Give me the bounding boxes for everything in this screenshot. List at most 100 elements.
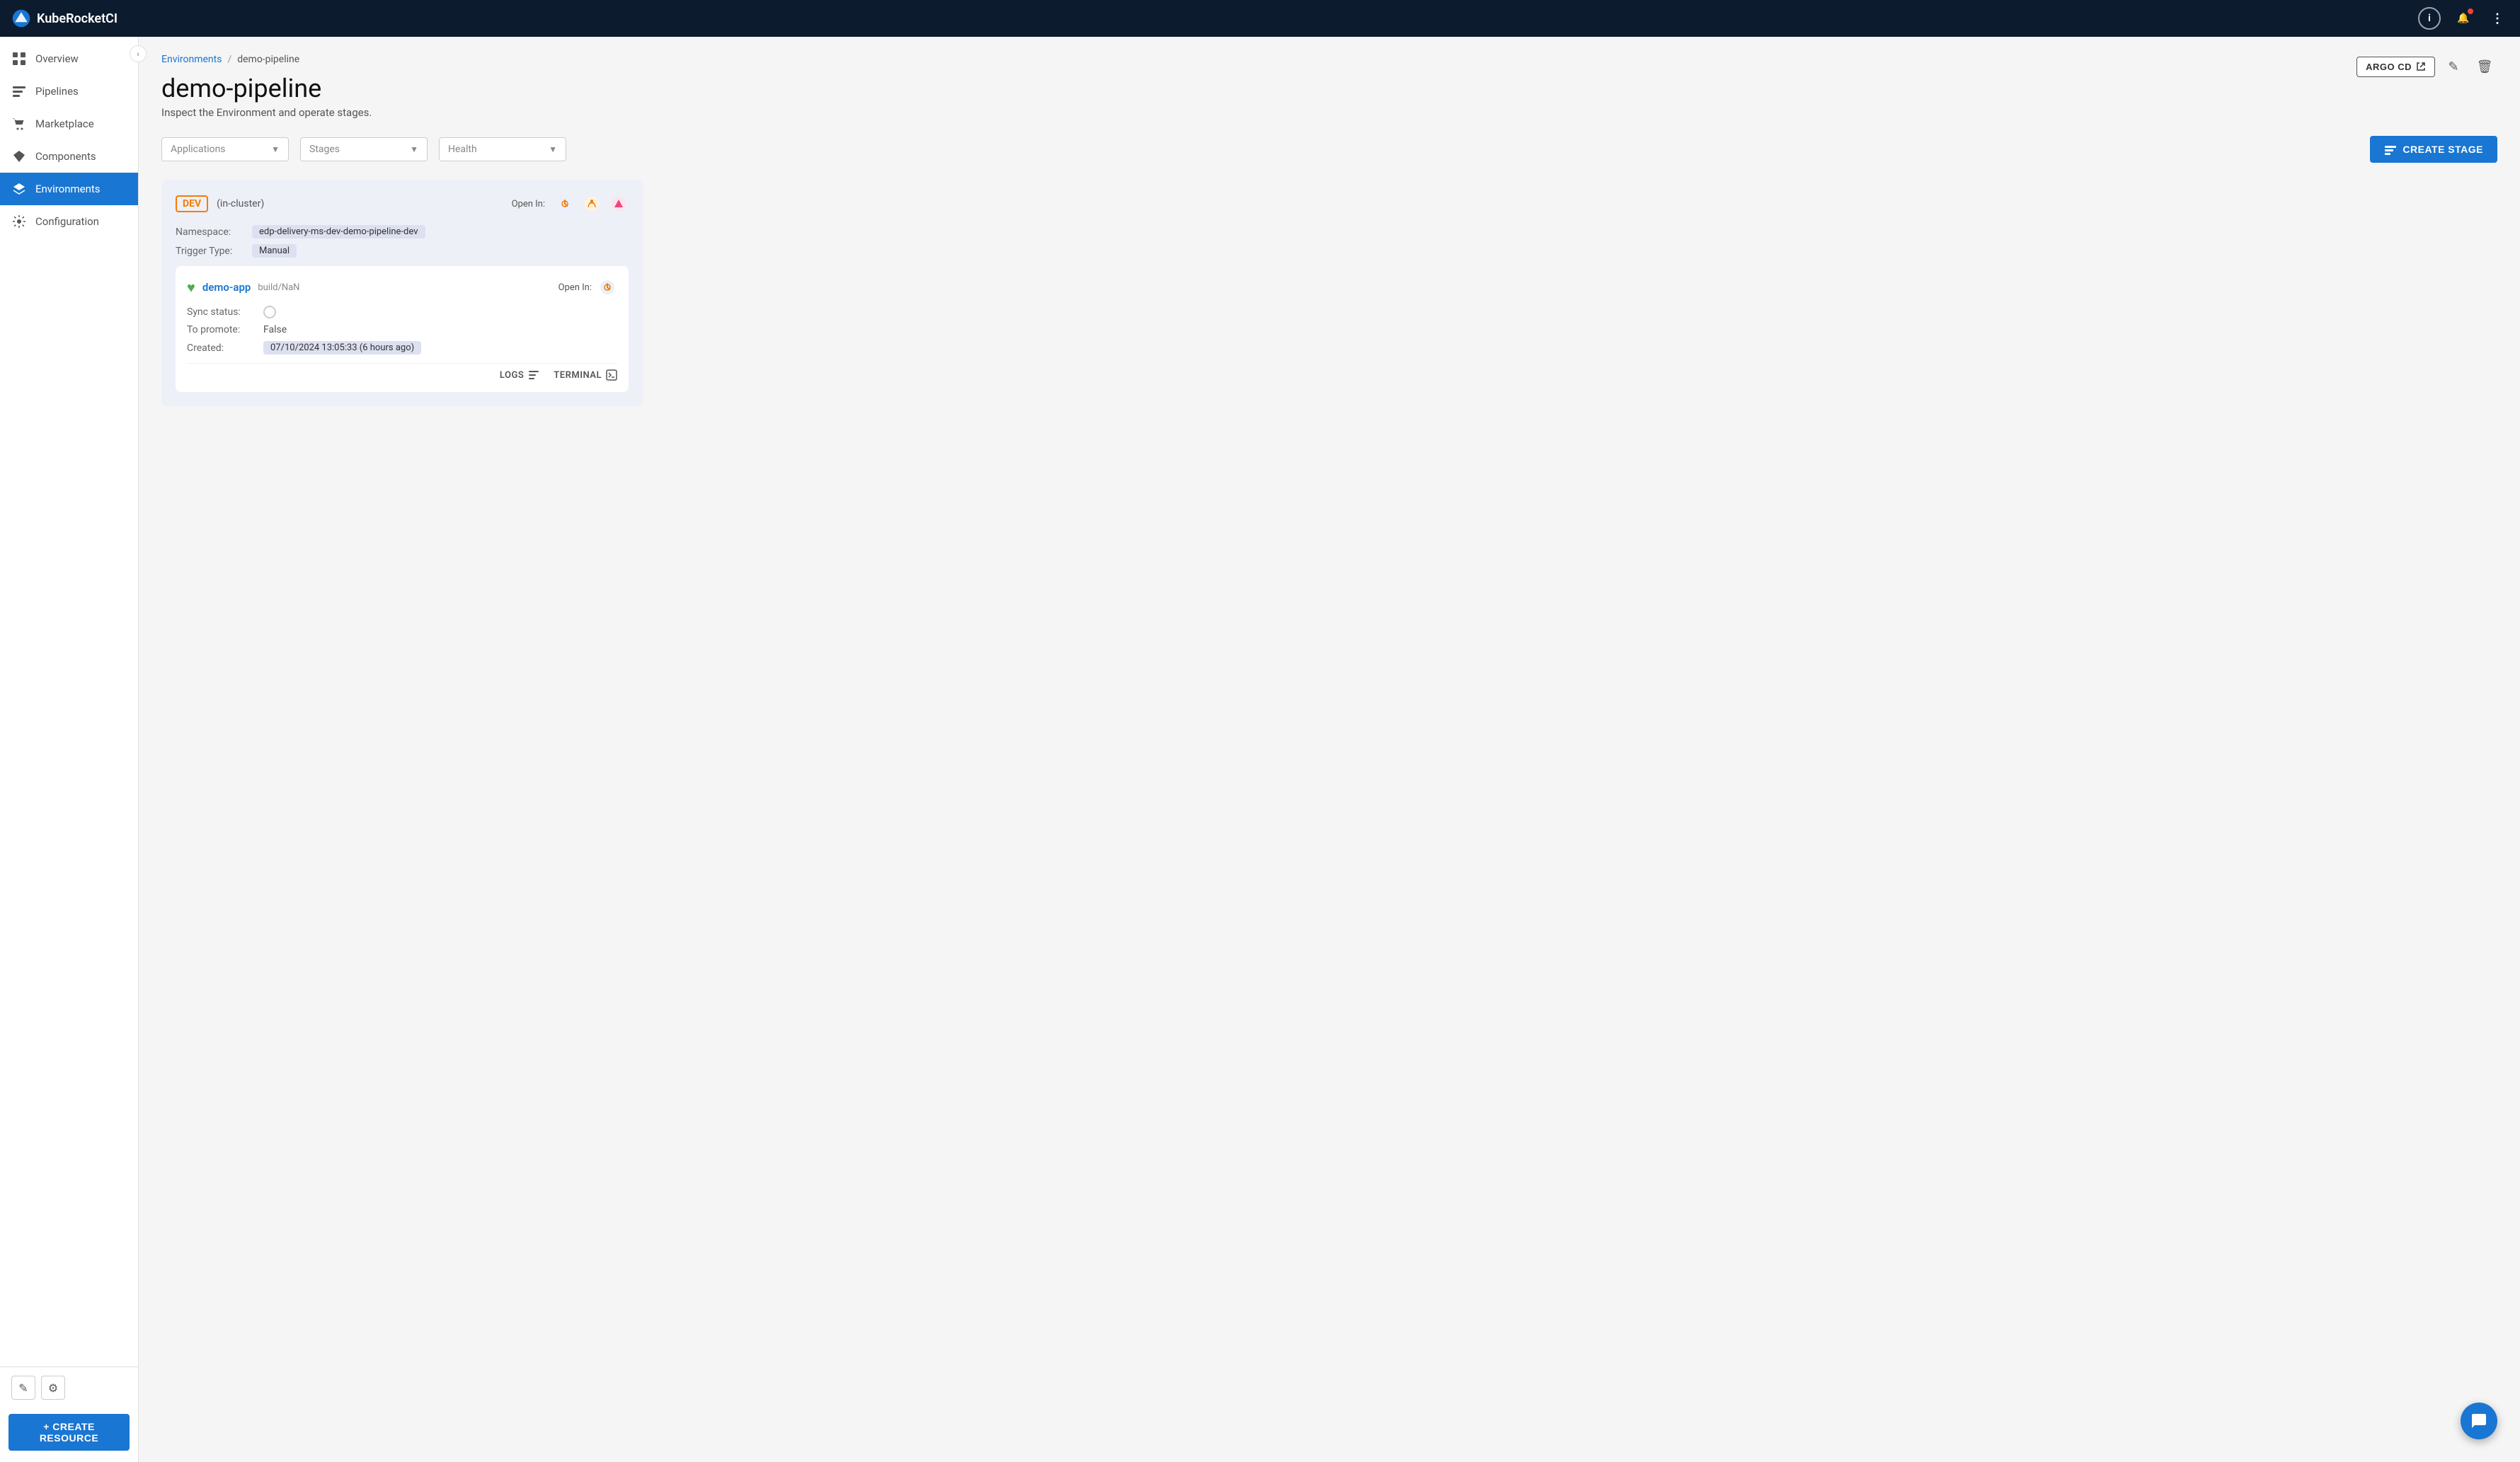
app-promote-value: False: [263, 324, 287, 335]
edit-bottom-button[interactable]: ✎: [11, 1376, 35, 1400]
sidebar: ‹ Overview: [0, 37, 139, 1462]
edit-button[interactable]: ✎: [2441, 54, 2466, 79]
layers-icon: [11, 181, 27, 197]
stage-open-in: Open In:: [512, 194, 629, 214]
health-dropdown-icon: ▼: [549, 144, 557, 154]
terminal-button[interactable]: TERMINAL: [554, 369, 617, 381]
pipelines-icon: [11, 84, 27, 99]
app-health-icon: ♥: [187, 279, 195, 297]
app-actions: LOGS TERMINAL: [187, 363, 617, 381]
external-link-icon: [2416, 62, 2426, 71]
argo-cd-label: ARGO CD: [2366, 62, 2412, 72]
create-resource-button[interactable]: + CREATE RESOURCE: [8, 1414, 130, 1451]
stage-namespace-row: Namespace: edp-delivery-ms-dev-demo-pipe…: [176, 225, 629, 238]
settings-bottom-button[interactable]: ⚙: [41, 1376, 65, 1400]
app-created-value: 07/10/2024 13:05:33 (6 hours ago): [263, 341, 421, 355]
logs-button[interactable]: LOGS: [500, 369, 539, 381]
stage-namespace-key: Namespace:: [176, 226, 246, 238]
app-name[interactable]: demo-app: [202, 281, 251, 294]
app-argo-link[interactable]: [597, 277, 617, 297]
health-filter-label: Health: [448, 144, 543, 155]
page-header: Environments / demo-pipeline demo-pipeli…: [161, 54, 2497, 103]
sidebar-collapse-button[interactable]: ‹: [130, 45, 147, 62]
sync-status-indicator: [263, 306, 276, 318]
stage-trigger-value: Manual: [252, 244, 297, 258]
stage-grafana-icon[interactable]: [609, 194, 629, 214]
sidebar-bottom: ✎ ⚙: [0, 1366, 138, 1408]
app-promote-key: To promote:: [187, 324, 258, 335]
argo-cd-button[interactable]: ARGO CD: [2356, 57, 2435, 77]
sidebar-item-components[interactable]: Components: [0, 140, 138, 173]
app-title: KubeRocketCI: [37, 11, 118, 26]
stage-info: Namespace: edp-delivery-ms-dev-demo-pipe…: [176, 225, 629, 258]
filter-bar: Applications ▼ Stages ▼ Health ▼ CREATE …: [161, 136, 2497, 163]
stages-filter[interactable]: Stages ▼: [300, 137, 428, 161]
sidebar-label-pipelines: Pipelines: [35, 85, 79, 98]
page-title: demo-pipeline: [161, 74, 321, 103]
main-content: Environments / demo-pipeline demo-pipeli…: [139, 37, 2520, 1462]
stage-trigger-row: Trigger Type: Manual: [176, 244, 629, 258]
app-build: build/NaN: [258, 282, 299, 293]
stage-card: DEV (in-cluster) Open In:: [161, 180, 643, 406]
sidebar-item-configuration[interactable]: Configuration: [0, 205, 138, 238]
stage-badge[interactable]: DEV: [176, 195, 208, 212]
app-open-in-label: Open In:: [559, 282, 592, 293]
gear-icon: [11, 214, 27, 229]
create-stage-button[interactable]: CREATE STAGE: [2370, 136, 2497, 163]
breadcrumb-separator: /: [227, 54, 231, 65]
navbar-actions: i 🔔 ⋮: [2418, 7, 2509, 30]
stages-dropdown-icon: ▼: [410, 144, 418, 154]
stage-header: DEV (in-cluster) Open In:: [176, 194, 629, 214]
sidebar-item-environments[interactable]: Environments: [0, 173, 138, 205]
chat-icon: [2470, 1412, 2487, 1429]
stage-namespace-value: edp-delivery-ms-dev-demo-pipeline-dev: [252, 225, 425, 238]
page-header-actions: ARGO CD ✎ 🗑: [2356, 54, 2497, 79]
chat-fab-button[interactable]: [2461, 1403, 2497, 1439]
navbar: KubeRocketCI i 🔔 ⋮: [0, 0, 2520, 37]
sidebar-item-marketplace[interactable]: Marketplace: [0, 108, 138, 140]
app-logo: KubeRocketCI: [11, 8, 2418, 28]
create-stage-label: CREATE STAGE: [2402, 144, 2483, 155]
stages-filter-label: Stages: [309, 144, 404, 155]
stage-open-in-label: Open In:: [512, 199, 545, 209]
sidebar-label-environments: Environments: [35, 183, 101, 195]
more-menu-button[interactable]: ⋮: [2486, 7, 2509, 30]
sidebar-label-overview: Overview: [35, 52, 79, 65]
app-info: Sync status: To promote: False Created: …: [187, 306, 617, 355]
notifications-button[interactable]: 🔔: [2452, 7, 2475, 30]
info-button[interactable]: i: [2418, 7, 2441, 30]
diamond-icon: [11, 149, 27, 164]
applications-filter[interactable]: Applications ▼: [161, 137, 289, 161]
cart-icon: [11, 116, 27, 132]
app-created-row: Created: 07/10/2024 13:05:33 (6 hours ag…: [187, 341, 617, 355]
stage-trigger-key: Trigger Type:: [176, 246, 246, 257]
app-header: ♥ demo-app build/NaN Open In:: [187, 277, 617, 297]
breadcrumb-link-environments[interactable]: Environments: [161, 54, 222, 65]
app-body: ‹ Overview: [0, 37, 2520, 1462]
terminal-icon: [606, 369, 617, 381]
stage-argo-icon[interactable]: [555, 194, 575, 214]
applications-filter-label: Applications: [171, 144, 265, 155]
stage-argocd-icon[interactable]: [582, 194, 602, 214]
sidebar-item-overview[interactable]: Overview: [0, 42, 138, 75]
health-filter[interactable]: Health ▼: [439, 137, 566, 161]
sidebar-label-marketplace: Marketplace: [35, 117, 94, 130]
terminal-label: TERMINAL: [554, 370, 602, 381]
logs-label: LOGS: [500, 370, 524, 381]
notification-dot: [2468, 8, 2473, 14]
page-subtitle: Inspect the Environment and operate stag…: [161, 106, 2497, 119]
delete-button[interactable]: 🗑: [2472, 54, 2497, 79]
app-open-in: Open In:: [559, 277, 617, 297]
sidebar-label-configuration: Configuration: [35, 215, 99, 228]
logo-icon: [11, 8, 31, 28]
create-stage-icon: [2384, 143, 2397, 156]
sidebar-item-pipelines[interactable]: Pipelines: [0, 75, 138, 108]
app-card: ♥ demo-app build/NaN Open In:: [176, 266, 629, 392]
app-promote-row: To promote: False: [187, 324, 617, 335]
sidebar-nav: Overview Pipelines: [0, 37, 138, 1366]
grid-icon: [11, 51, 27, 67]
stage-cluster-label: (in-cluster): [217, 198, 264, 209]
app-sync-row: Sync status:: [187, 306, 617, 318]
app-created-key: Created:: [187, 343, 258, 354]
breadcrumb-current: demo-pipeline: [237, 54, 299, 65]
